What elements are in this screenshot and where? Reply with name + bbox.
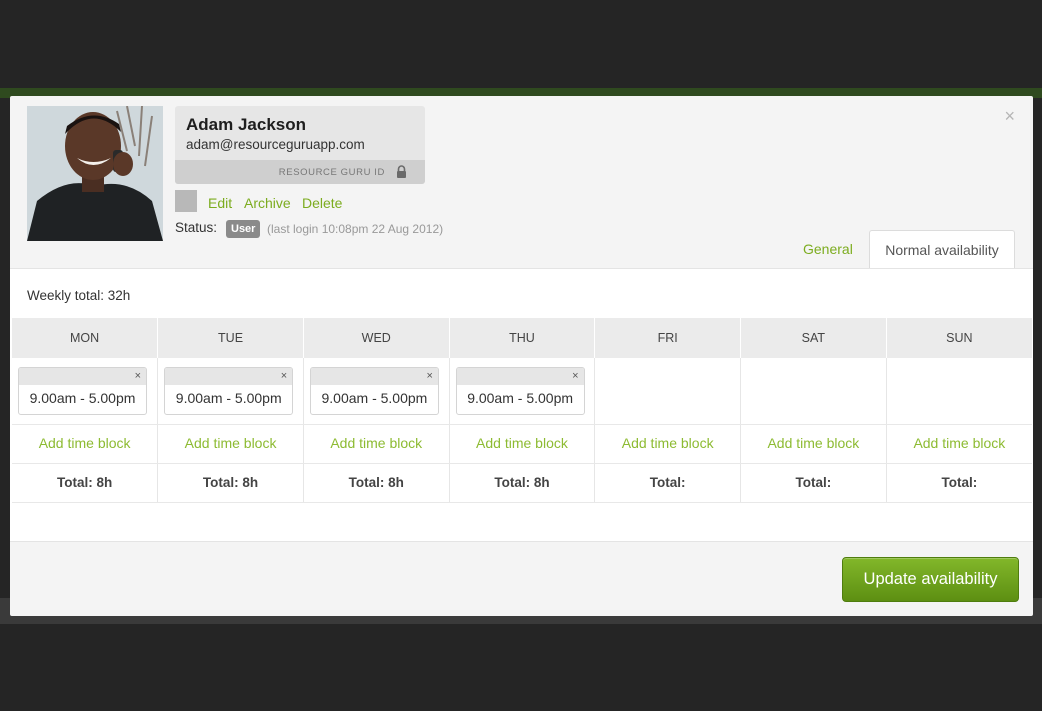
day-cell-wed: × 9.00am - 5.00pm [302, 358, 450, 425]
time-block[interactable]: × 9.00am - 5.00pm [309, 367, 439, 415]
total-cell: Total: 8h [12, 463, 158, 503]
profile-email: adam@resourceguruapp.com [186, 137, 365, 152]
add-time-block-link[interactable]: Add time block [39, 435, 131, 451]
weekly-total: Weekly total: 32h [27, 288, 131, 303]
delete-link[interactable]: Delete [302, 195, 342, 211]
day-total: Total: [941, 475, 978, 490]
status-badge: User [226, 220, 261, 238]
time-block-range: 9.00am - 5.00pm [467, 390, 574, 406]
total-cell: Total: 8h [157, 463, 304, 503]
add-cell: Add time block [448, 424, 595, 464]
time-block-row: × 9.00am - 5.00pm × 9.00am - 5.00pm × 9.… [12, 358, 1032, 425]
time-block-range: 9.00am - 5.00pm [29, 390, 136, 406]
add-cell: Add time block [594, 424, 741, 464]
add-time-block-link[interactable]: Add time block [913, 435, 1005, 451]
tab-general[interactable]: General [793, 230, 863, 268]
close-icon[interactable]: × [281, 368, 287, 385]
add-time-block-link[interactable]: Add time block [330, 435, 422, 451]
avatar [27, 106, 163, 241]
profile-name: Adam Jackson [186, 115, 306, 134]
day-cell-tue: × 9.00am - 5.00pm [157, 358, 304, 425]
color-swatch[interactable] [175, 190, 197, 212]
close-icon[interactable]: × [572, 368, 578, 385]
id-card: Adam Jackson adam@resourceguruapp.com RE… [175, 106, 425, 184]
day-total: Total: 8h [494, 475, 550, 490]
time-block[interactable]: × 9.00am - 5.00pm [18, 367, 147, 415]
add-cell: Add time block [12, 424, 158, 464]
total-row: Total: 8h Total: 8h Total: 8h Total: 8h … [12, 463, 1032, 503]
close-icon[interactable]: × [426, 368, 432, 385]
day-header-tue: TUE [157, 318, 304, 358]
add-time-block-link[interactable]: Add time block [476, 435, 568, 451]
time-block-range: 9.00am - 5.00pm [175, 390, 282, 406]
time-block-header: × [310, 368, 438, 385]
time-block-header: × [165, 368, 293, 385]
lock-icon [397, 165, 406, 178]
day-total: Total: 8h [202, 475, 259, 490]
availability-modal: × Adam Jackson adam@resourceguruapp.com … [10, 96, 1033, 616]
resource-id-bar: RESOURCE GURU ID [175, 160, 425, 184]
add-cell: Add time block [885, 424, 1032, 464]
week-table: MON TUE WED THU FRI SAT SUN × 9.00am - 5… [12, 318, 1032, 503]
archive-link[interactable]: Archive [244, 195, 291, 211]
last-login-text: (last login 10:08pm 22 Aug 2012) [267, 222, 444, 236]
day-header-row: MON TUE WED THU FRI SAT SUN [12, 318, 1032, 358]
time-block[interactable]: × 9.00am - 5.00pm [455, 367, 585, 415]
time-block-range: 9.00am - 5.00pm [321, 390, 428, 406]
close-icon[interactable]: × [135, 368, 141, 385]
close-icon[interactable]: × [1004, 106, 1015, 127]
availability-panel: Weekly total: 32h MON TUE WED THU FRI SA… [10, 268, 1033, 542]
status-label: Status: [175, 220, 218, 235]
total-cell: Total: [594, 463, 741, 503]
add-cell: Add time block [302, 424, 450, 464]
day-cell-sun [885, 358, 1032, 425]
avatar-photo [27, 106, 163, 241]
add-time-block-link[interactable]: Add time block [622, 435, 714, 451]
day-header-mon: MON [12, 318, 158, 358]
total-cell: Total: 8h [302, 463, 450, 503]
tab-normal-availability[interactable]: Normal availability [869, 230, 1015, 269]
day-total: Total: 8h [348, 475, 404, 490]
add-time-block-link[interactable]: Add time block [185, 435, 277, 451]
add-block-row: Add time block Add time block Add time b… [12, 424, 1032, 464]
day-cell-mon: × 9.00am - 5.00pm [12, 358, 158, 425]
update-availability-button[interactable]: Update availability [842, 557, 1019, 602]
edit-link[interactable]: Edit [208, 195, 232, 211]
day-header-fri: FRI [594, 318, 741, 358]
add-cell: Add time block [740, 424, 887, 464]
add-cell: Add time block [157, 424, 304, 464]
day-header-sat: SAT [740, 318, 887, 358]
total-cell: Total: 8h [448, 463, 595, 503]
day-total: Total: [649, 475, 686, 490]
day-header-wed: WED [302, 318, 450, 358]
day-total: Total: [795, 475, 832, 490]
day-header-sun: SUN [885, 318, 1032, 358]
add-time-block-link[interactable]: Add time block [767, 435, 859, 451]
time-block[interactable]: × 9.00am - 5.00pm [164, 367, 294, 415]
day-cell-thu: × 9.00am - 5.00pm [448, 358, 595, 425]
total-cell: Total: [740, 463, 887, 503]
day-cell-sat [740, 358, 887, 425]
time-block-header: × [456, 368, 584, 385]
day-header-thu: THU [448, 318, 595, 358]
resource-id-label: RESOURCE GURU ID [278, 167, 385, 178]
time-block-header: × [19, 368, 146, 385]
day-total: Total: 8h [56, 475, 113, 490]
day-cell-fri [594, 358, 741, 425]
total-cell: Total: [885, 463, 1032, 503]
